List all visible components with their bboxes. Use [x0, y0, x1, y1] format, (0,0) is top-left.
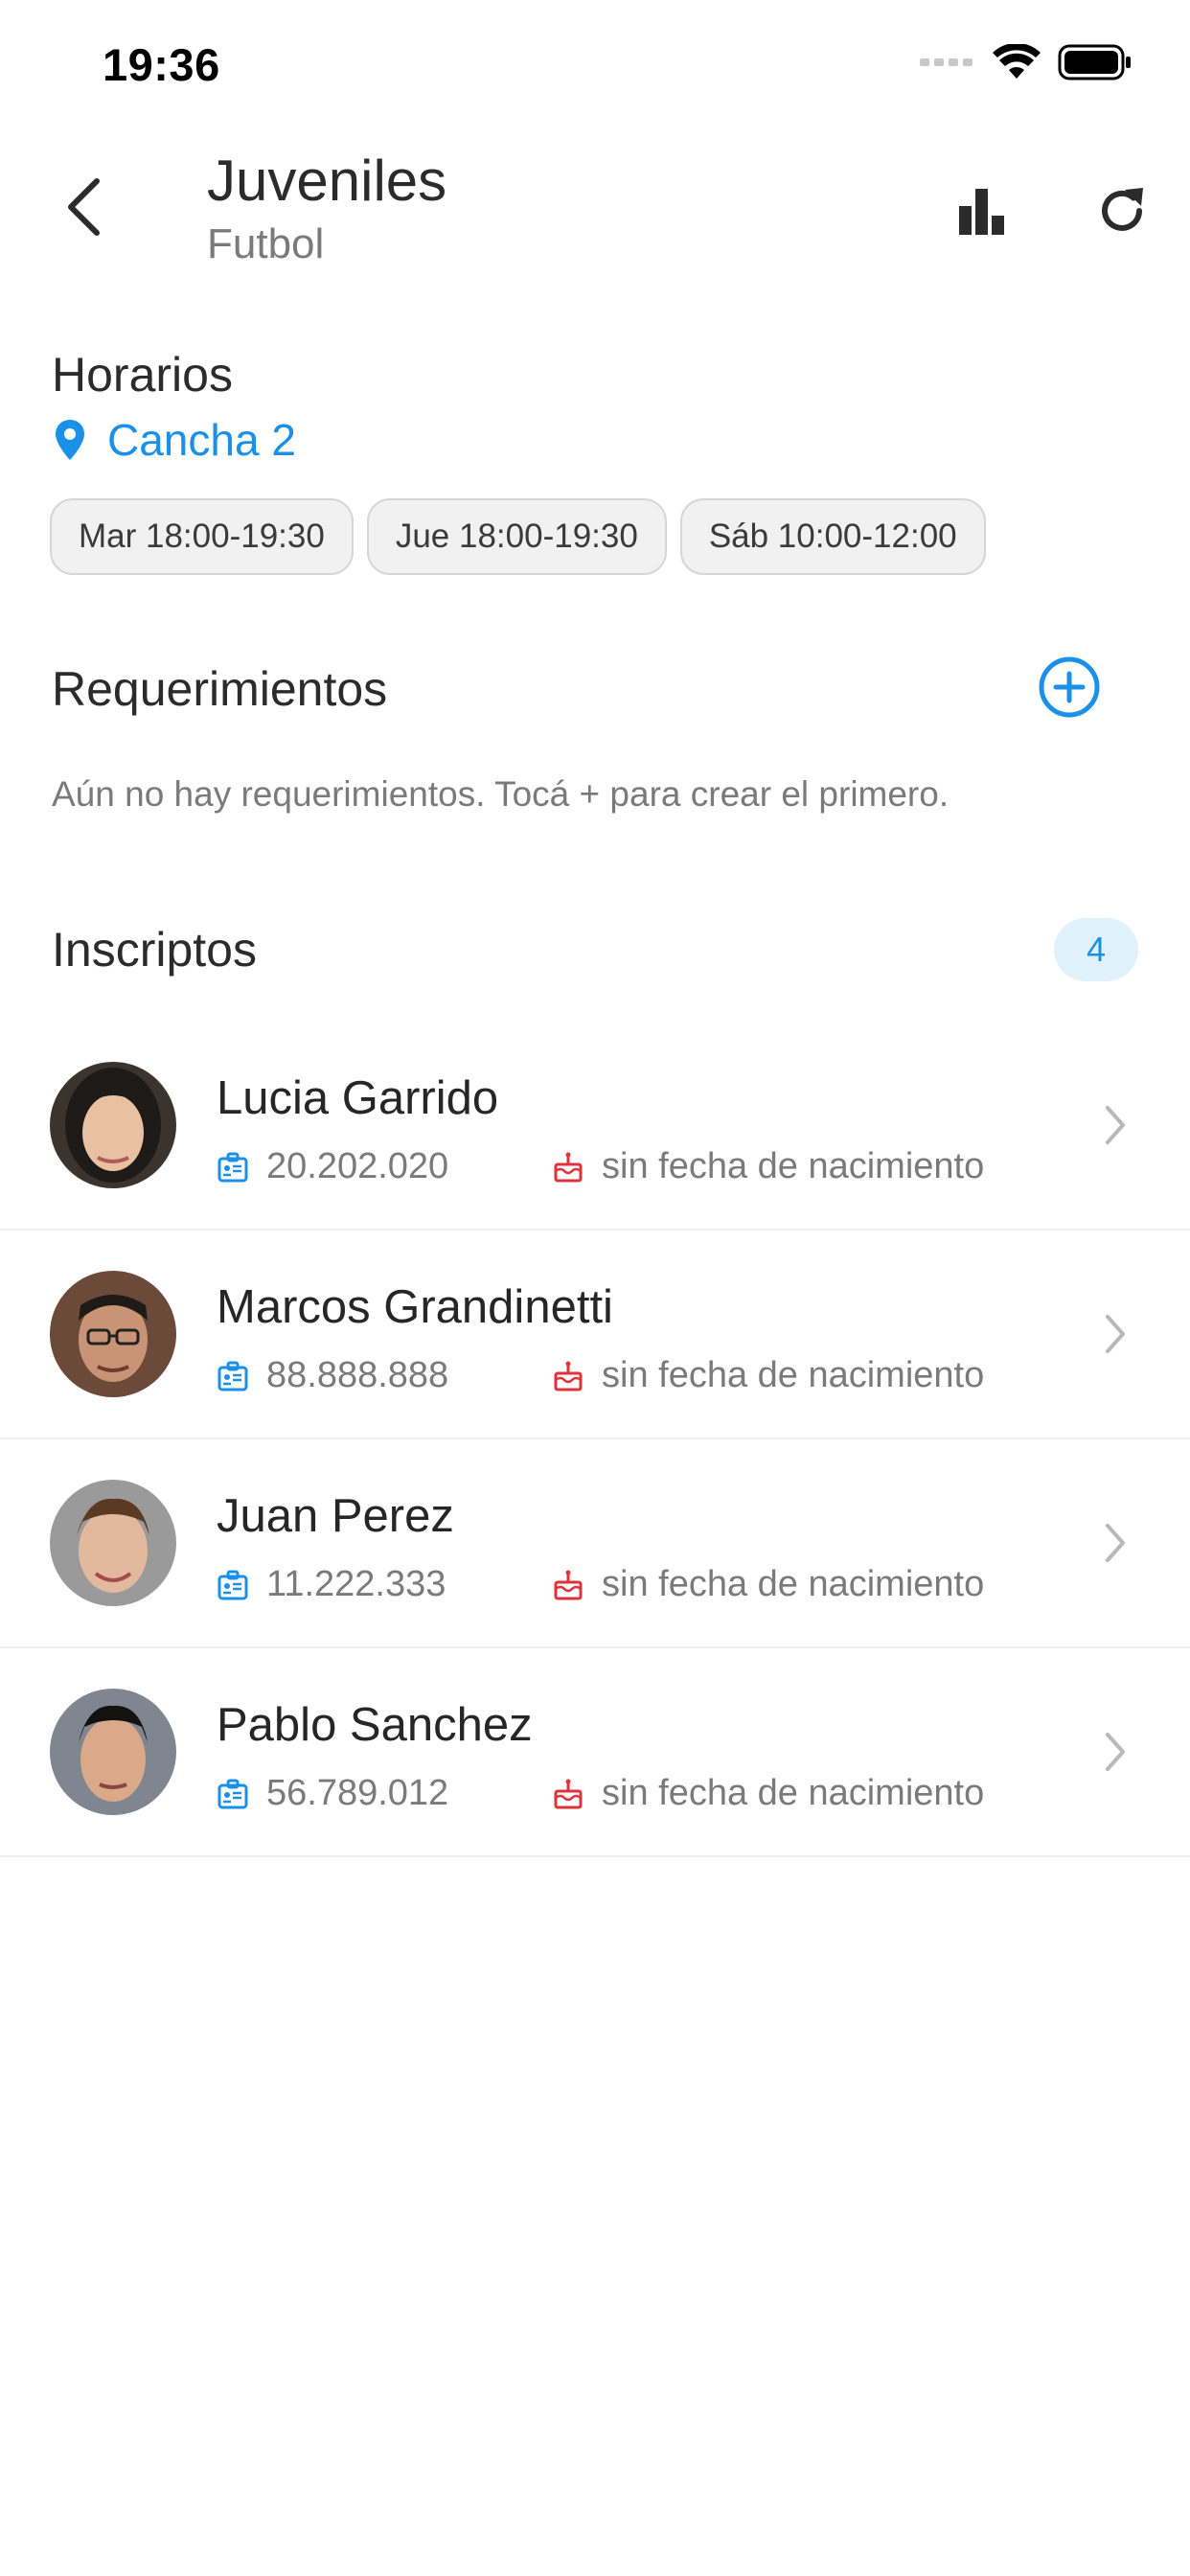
member-birthdate-value: sin fecha de nacimiento [602, 1355, 985, 1395]
location-link[interactable]: Cancha 2 [54, 414, 296, 466]
list-item[interactable]: Juan Perez 11.222.333 sin fecha de nacim… [0, 1439, 1190, 1648]
app-header: Juveniles Futbol [0, 128, 1190, 291]
member-birthdate-value: sin fecha de nacimiento [602, 1146, 985, 1186]
status-icons [920, 44, 1133, 80]
schedule-chips: Mar 18:00-19:30 Jue 18:00-19:30 Sáb 10:0… [50, 498, 986, 575]
signal-icon [920, 58, 973, 66]
page-title: Juveniles [207, 149, 447, 213]
member-dni: 88.888.888 [217, 1355, 448, 1396]
member-birthdate: sin fecha de nacimiento [552, 1355, 984, 1396]
back-button[interactable] [50, 167, 117, 247]
chevron-right-icon [1106, 1524, 1125, 1562]
members-list: Lucia Garrido 20.202.020 sin fecha de na… [0, 1022, 1190, 1857]
member-name: Pablo Sanchez [217, 1699, 533, 1751]
birthday-cake-icon [554, 1570, 583, 1599]
stats-button[interactable] [949, 178, 1016, 245]
member-name: Lucia Garrido [217, 1072, 499, 1124]
battery-icon [1058, 44, 1131, 80]
member-birthdate: sin fecha de nacimiento [552, 1773, 984, 1814]
member-birthdate: sin fecha de nacimiento [552, 1146, 984, 1187]
member-dni-value: 88.888.888 [266, 1355, 449, 1395]
chevron-right-icon [1106, 1733, 1125, 1771]
status-bar: 19:36 [0, 0, 1190, 128]
avatar [50, 1062, 176, 1188]
schedule-chip[interactable]: Jue 18:00-19:30 [366, 498, 667, 575]
avatar [50, 1271, 176, 1397]
refresh-icon [1102, 188, 1143, 231]
location-label: Cancha 2 [107, 415, 296, 465]
id-card-icon [217, 1361, 248, 1391]
avatar [50, 1480, 176, 1606]
member-birthdate-value: sin fecha de nacimiento [602, 1773, 985, 1813]
id-card-icon [217, 1570, 248, 1599]
status-time: 19:36 [103, 39, 220, 90]
member-dni: 11.222.333 [217, 1564, 446, 1605]
list-item[interactable]: Marcos Grandinetti 88.888.888 sin fecha … [0, 1230, 1190, 1439]
chevron-right-icon [1106, 1315, 1125, 1353]
bar-chart-icon [959, 189, 1004, 235]
requirements-empty-message: Aún no hay requerimientos. Tocá + para c… [52, 774, 950, 814]
birthday-cake-icon [554, 1152, 583, 1182]
member-dni-value: 20.202.020 [266, 1146, 449, 1186]
member-birthdate-value: sin fecha de nacimiento [602, 1564, 985, 1604]
add-circle-icon [1039, 656, 1100, 718]
member-name: Juan Perez [217, 1490, 454, 1542]
schedule-chip[interactable]: Mar 18:00-19:30 [50, 498, 354, 575]
refresh-button[interactable] [1087, 176, 1156, 245]
avatar [50, 1689, 176, 1815]
id-card-icon [217, 1779, 248, 1808]
add-requirement-button[interactable] [1038, 656, 1101, 719]
birthday-cake-icon [554, 1361, 583, 1391]
member-dni-value: 56.789.012 [266, 1773, 449, 1813]
horarios-title: Horarios [52, 348, 233, 402]
member-dni: 56.789.012 [217, 1773, 448, 1814]
birthday-cake-icon [554, 1779, 583, 1808]
id-card-icon [217, 1152, 248, 1182]
page-subtitle: Futbol [207, 220, 325, 267]
member-name: Marcos Grandinetti [217, 1281, 613, 1333]
member-dni-value: 11.222.333 [266, 1564, 446, 1604]
chevron-right-icon [1106, 1106, 1125, 1144]
inscriptos-count-badge: 4 [1054, 918, 1138, 981]
requerimientos-title: Requerimientos [52, 662, 388, 716]
member-dni: 20.202.020 [217, 1146, 448, 1187]
schedule-chip[interactable]: Sáb 10:00-12:00 [679, 498, 986, 575]
inscriptos-title: Inscriptos [52, 923, 257, 977]
wifi-icon [993, 44, 1041, 79]
chevron-left-icon [68, 178, 100, 236]
location-pin-icon [56, 420, 84, 460]
member-birthdate: sin fecha de nacimiento [552, 1564, 984, 1605]
list-item[interactable]: Lucia Garrido 20.202.020 sin fecha de na… [0, 1022, 1190, 1230]
list-item[interactable]: Pablo Sanchez 56.789.012 sin fecha de na… [0, 1648, 1190, 1857]
